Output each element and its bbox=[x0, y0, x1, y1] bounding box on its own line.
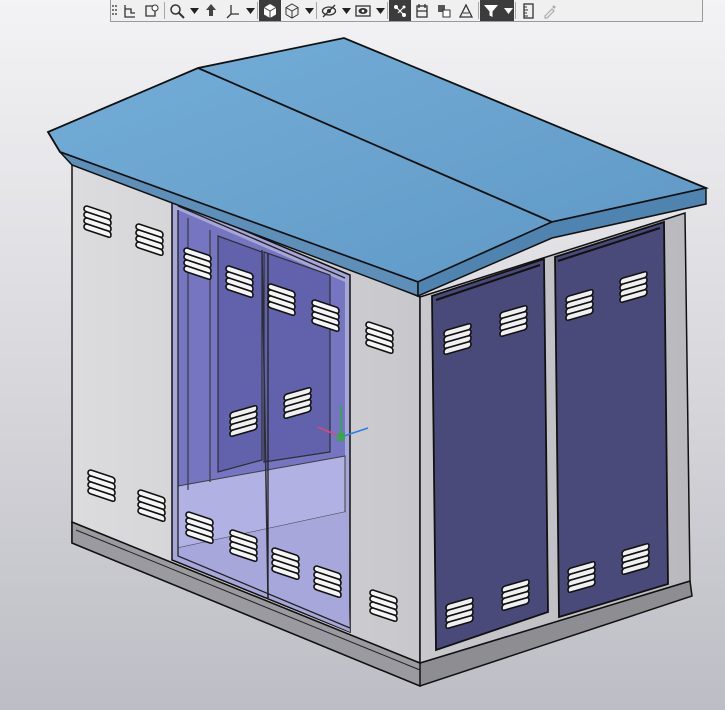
toolbar-separator bbox=[316, 2, 317, 19]
render-icon[interactable] bbox=[455, 0, 477, 21]
component-link-icon[interactable] bbox=[389, 0, 411, 21]
pan-axes-icon[interactable] bbox=[222, 0, 244, 21]
rotate-icon[interactable] bbox=[200, 0, 222, 21]
solid-shaded-icon[interactable] bbox=[259, 0, 281, 21]
show-icon[interactable] bbox=[352, 0, 374, 21]
app-window: { "app": { "type": "3D CAD viewer" }, "t… bbox=[0, 0, 725, 710]
wireframe-icon[interactable] bbox=[281, 0, 303, 21]
toolbar-separator bbox=[257, 2, 258, 19]
measure-icon[interactable] bbox=[517, 0, 539, 21]
door-right[interactable] bbox=[554, 220, 669, 619]
pan-dropdown-icon[interactable] bbox=[244, 0, 256, 21]
door-left[interactable] bbox=[431, 257, 549, 652]
show-dropdown-icon[interactable] bbox=[374, 0, 386, 21]
eyedropper-icon[interactable] bbox=[539, 0, 561, 21]
explode-icon[interactable] bbox=[433, 0, 455, 21]
toolbar-separator bbox=[387, 2, 388, 19]
orientation-icon[interactable] bbox=[141, 0, 163, 21]
toolbar-separator bbox=[164, 2, 165, 19]
3d-viewport[interactable] bbox=[0, 22, 725, 710]
wireframe-dropdown-icon[interactable] bbox=[303, 0, 315, 21]
substation-model[interactable] bbox=[0, 22, 725, 710]
hide-icon[interactable] bbox=[318, 0, 340, 21]
view-toolbar bbox=[110, 0, 703, 22]
sketch-plane-icon[interactable] bbox=[119, 0, 141, 21]
zoom-dropdown-icon[interactable] bbox=[188, 0, 200, 21]
filter-icon[interactable] bbox=[480, 0, 502, 21]
toolbar-grip-icon[interactable] bbox=[111, 0, 119, 21]
zoom-icon[interactable] bbox=[166, 0, 188, 21]
hide-dropdown-icon[interactable] bbox=[340, 0, 352, 21]
toolbar-separator bbox=[515, 2, 516, 19]
filter-dropdown-icon[interactable] bbox=[502, 0, 514, 21]
section-view-icon[interactable] bbox=[411, 0, 433, 21]
toolbar-separator bbox=[478, 2, 479, 19]
